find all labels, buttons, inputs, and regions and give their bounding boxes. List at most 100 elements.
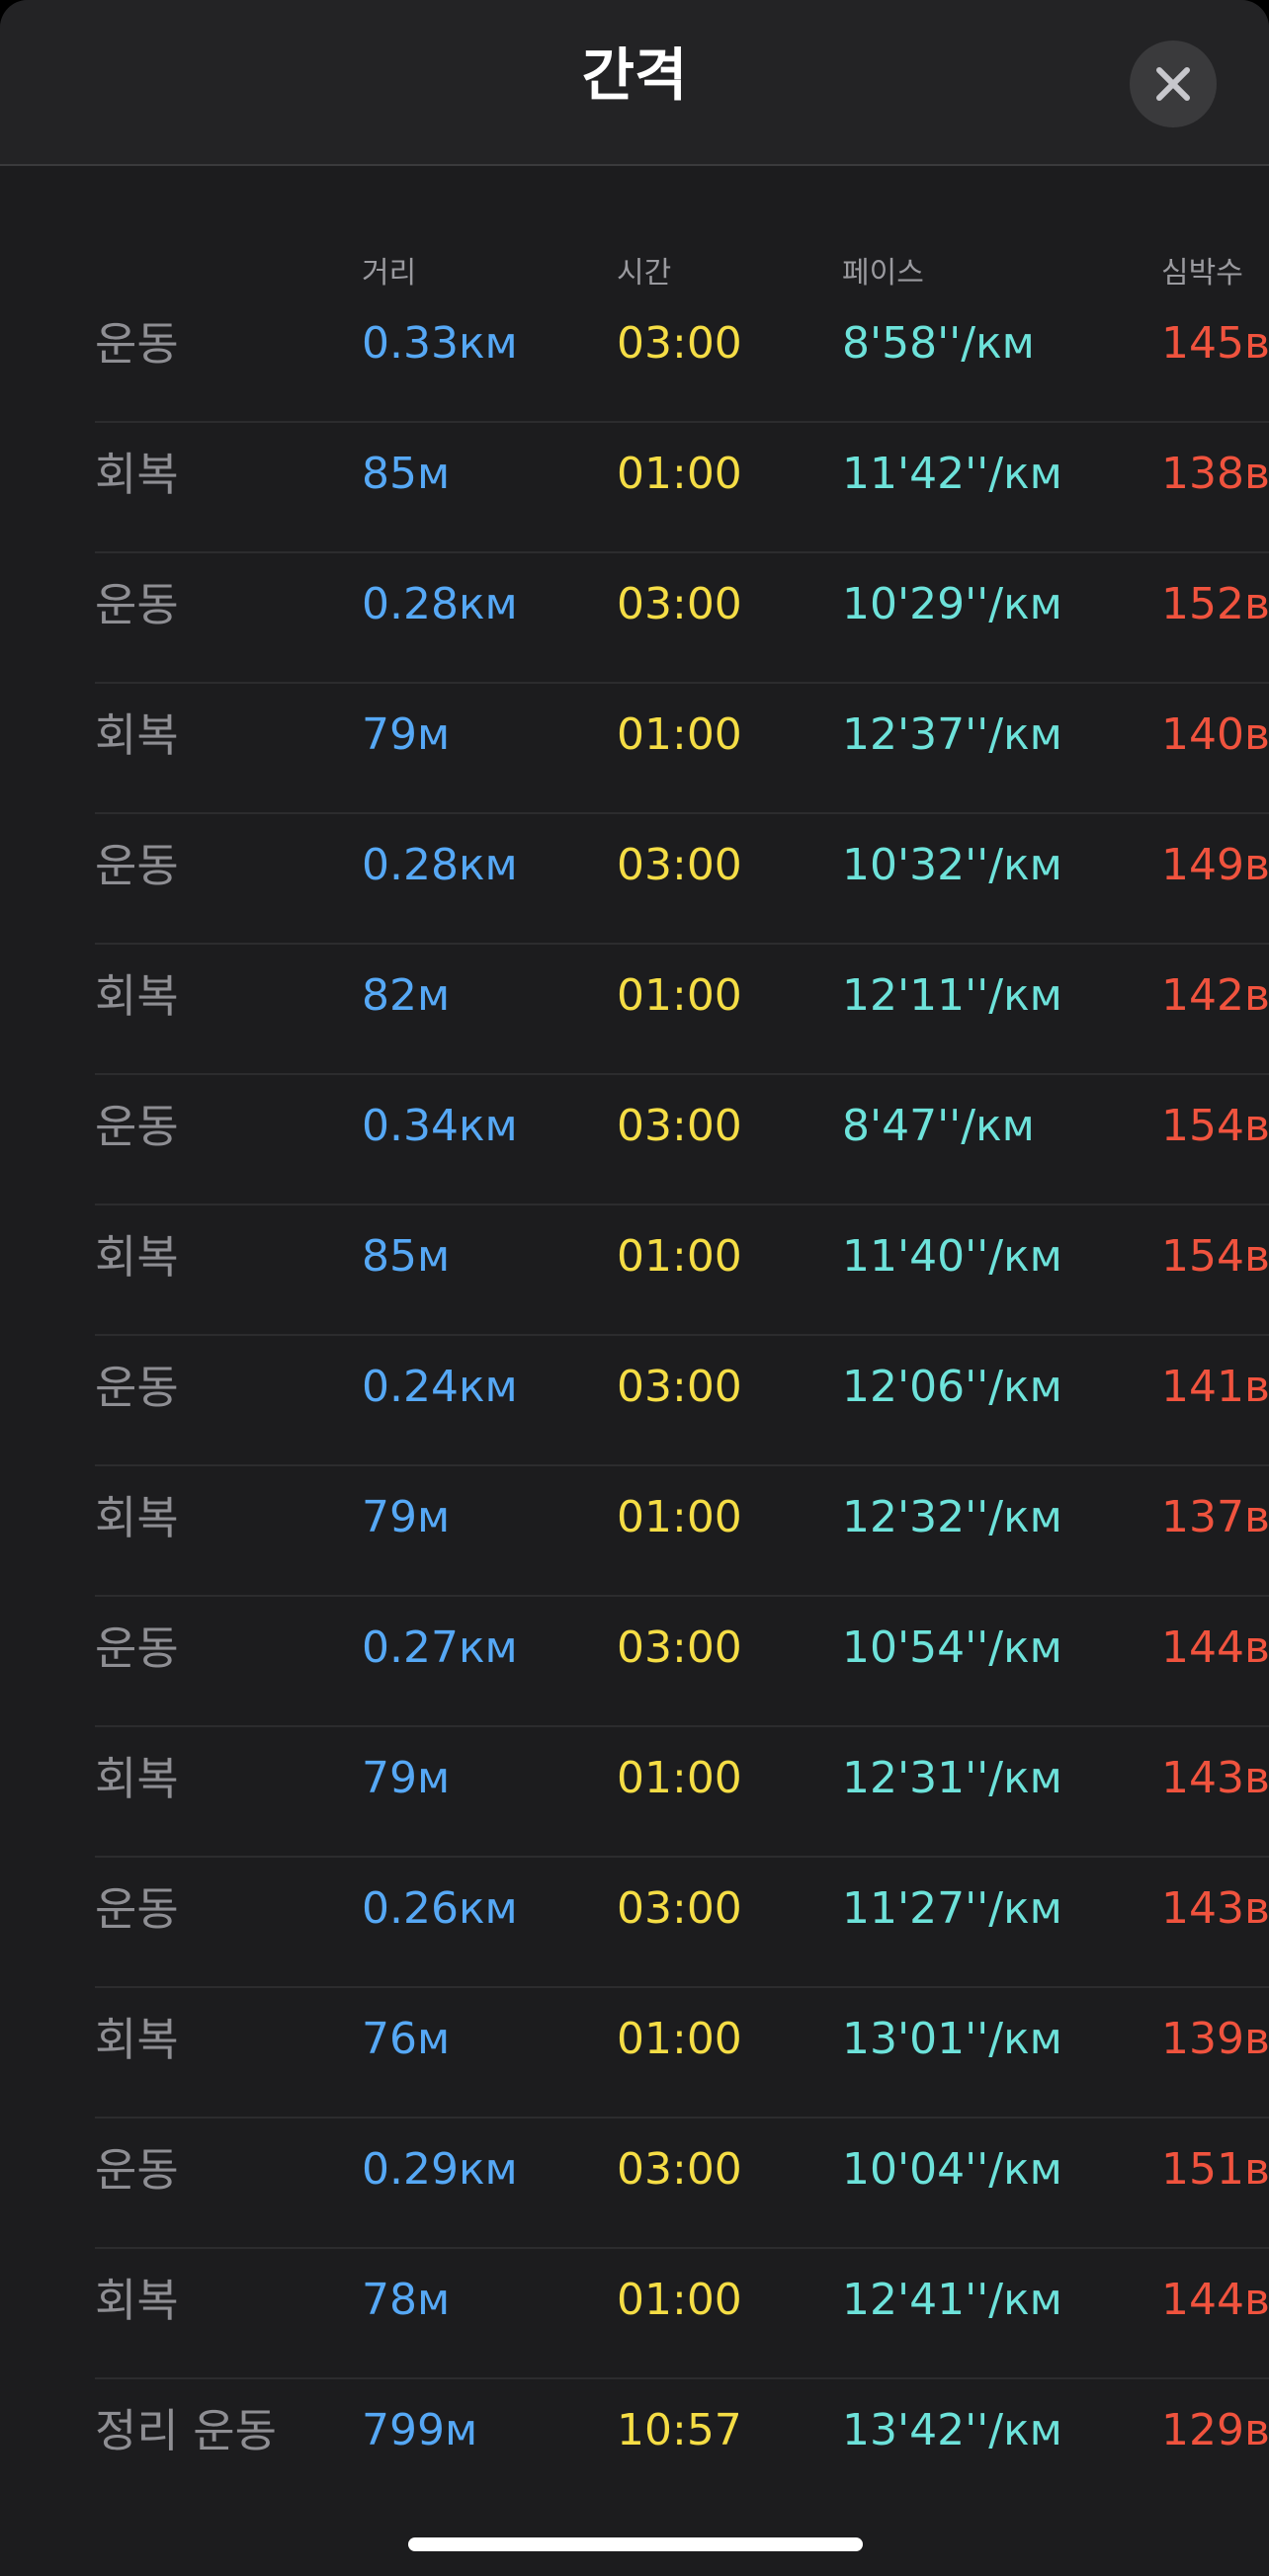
interval-time: 01:00 [617,2014,742,2064]
table-row: 회복 79м 01:00 12'31''/км 143в [0,1727,1269,1858]
interval-pace: 12'32''/км [842,1492,1062,1542]
interval-pace: 12'37''/км [842,709,1062,760]
interval-label: 운동 [95,2143,179,2197]
interval-distance: 0.28км [362,579,518,629]
column-header-pace: 페이스 [842,256,924,291]
interval-heart-rate: 129в [1161,2405,1269,2455]
table-row: 회복 85м 01:00 11'40''/км 154в [0,1205,1269,1336]
interval-heart-rate: 139в [1161,2014,1269,2064]
interval-time: 03:00 [617,1362,742,1412]
table-row: 운동 0.29км 03:00 10'04''/км 151ви [0,2119,1269,2249]
table-row: 회복 78м 01:00 12'41''/км 144в [0,2249,1269,2379]
interval-heart-rate: 141ви [1161,1362,1269,1412]
interval-heart-rate: 143в [1161,1883,1269,1934]
interval-label: 운동 [95,1100,179,1153]
interval-distance: 78м [362,2275,451,2325]
interval-time: 03:00 [617,840,742,890]
interval-time: 03:00 [617,1622,742,1673]
interval-distance: 0.27км [362,1622,518,1673]
sheet-header: 간격 [0,0,1269,166]
interval-pace: 10'04''/км [842,2144,1062,2195]
interval-distance: 799м [362,2405,478,2455]
interval-time: 03:00 [617,1101,742,1151]
interval-distance: 0.28км [362,840,518,890]
column-header-time: 시간 [617,256,672,291]
interval-heart-rate: 151ви [1161,2144,1269,2195]
interval-label: 운동 [95,839,179,892]
interval-pace: 8'47''/км [842,1101,1035,1151]
interval-time: 01:00 [617,709,742,760]
interval-time: 01:00 [617,1492,742,1542]
interval-time: 01:00 [617,970,742,1021]
interval-pace: 12'41''/км [842,2275,1062,2325]
table-row: 운동 0.27км 03:00 10'54''/км 144в [0,1597,1269,1727]
interval-distance: 85м [362,449,451,499]
interval-time: 03:00 [617,1883,742,1934]
table-row: 회복 82м 01:00 12'11''/км 142в [0,945,1269,1075]
interval-distance: 79м [362,709,451,760]
intervals-sheet: 간격 거리 시간 페이스 심박수 운동 0.33км 03:00 8'58''/км 1… [0,0,1269,2576]
interval-pace: 12'31''/км [842,1753,1062,1803]
interval-label: 회복 [95,1230,179,1284]
interval-time: 03:00 [617,579,742,629]
interval-distance: 0.26км [362,1883,518,1934]
interval-label: 회복 [95,1752,179,1805]
table-row: 회복 79м 01:00 12'32''/км 137в [0,1466,1269,1597]
table-row: 회복 79м 01:00 12'37''/км 140в [0,684,1269,814]
interval-label: 회복 [95,1491,179,1544]
interval-time: 10:57 [617,2405,742,2455]
interval-label: 운동 [95,1882,179,1936]
interval-pace: 11'40''/км [842,1231,1062,1282]
interval-distance: 85м [362,1231,451,1282]
interval-label: 운동 [95,1621,179,1675]
interval-label: 회복 [95,708,179,762]
table-row: 회복 76м 01:00 13'01''/км 139в [0,1988,1269,2119]
interval-pace: 12'11''/км [842,970,1062,1021]
interval-pace: 10'29''/км [842,579,1062,629]
interval-distance: 0.24км [362,1362,518,1412]
column-header-heart-rate: 심박수 [1161,256,1243,291]
interval-time: 01:00 [617,449,742,499]
interval-distance: 79м [362,1492,451,1542]
intervals-table: 운동 0.33км 03:00 8'58''/км 145в 회복 85м 01:00 11'4… [0,292,1269,2510]
interval-heart-rate: 152в [1161,579,1269,629]
interval-heart-rate: 137в [1161,1492,1269,1542]
interval-pace: 13'01''/км [842,2014,1062,2064]
interval-heart-rate: 149в [1161,840,1269,890]
interval-time: 01:00 [617,1231,742,1282]
table-row: 운동 0.28км 03:00 10'32''/км 149в [0,814,1269,945]
interval-heart-rate: 144в [1161,1622,1269,1673]
interval-distance: 0.29км [362,2144,518,2195]
home-indicator [408,2537,863,2551]
table-row: 운동 0.28км 03:00 10'29''/км 152в [0,553,1269,684]
column-header-distance: 거리 [362,256,417,291]
interval-time: 01:00 [617,1753,742,1803]
interval-pace: 13'42''/км [842,2405,1062,2455]
interval-time: 03:00 [617,2144,742,2195]
interval-heart-rate: 142в [1161,970,1269,1021]
interval-heart-rate: 140в [1161,709,1269,760]
interval-time: 03:00 [617,318,742,369]
interval-heart-rate: 143в [1161,1753,1269,1803]
interval-label: 운동 [95,1361,179,1414]
interval-pace: 8'58''/км [842,318,1035,369]
interval-distance: 76м [362,2014,451,2064]
interval-heart-rate: 145в [1161,318,1269,369]
interval-heart-rate: 154в [1161,1101,1269,1151]
close-button[interactable] [1130,41,1217,127]
interval-label: 정리 운동 [95,2404,277,2457]
sheet-title: 간격 [581,42,688,109]
interval-distance: 0.34км [362,1101,518,1151]
table-row: 운동 0.24км 03:00 12'06''/км 141ви [0,1336,1269,1466]
interval-pace: 11'42''/км [842,449,1062,499]
table-row: 운동 0.34км 03:00 8'47''/км 154в [0,1075,1269,1205]
interval-distance: 0.33км [362,318,518,369]
table-row: 정리 운동 799м 10:57 13'42''/км 129в [0,2379,1269,2510]
table-row: 회복 85м 01:00 11'42''/км 138в [0,423,1269,553]
table-row: 운동 0.26км 03:00 11'27''/км 143в [0,1858,1269,1988]
interval-pace: 10'32''/км [842,840,1062,890]
interval-label: 회복 [95,448,179,501]
close-icon [1156,67,1190,101]
interval-heart-rate: 154в [1161,1231,1269,1282]
interval-time: 01:00 [617,2275,742,2325]
